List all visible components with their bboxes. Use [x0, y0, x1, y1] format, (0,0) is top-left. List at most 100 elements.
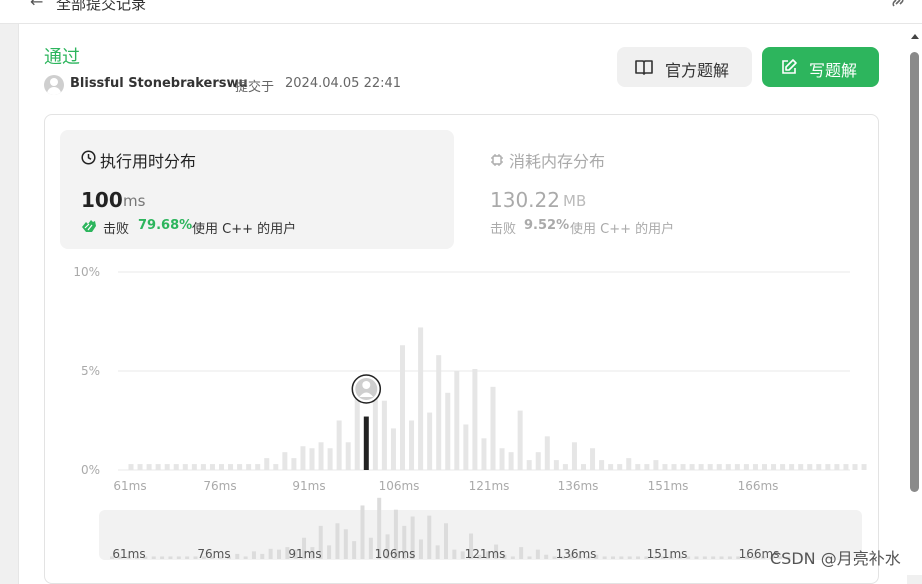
mini-bar: [160, 556, 165, 559]
mini-bar: [235, 553, 240, 559]
bar: [653, 460, 659, 470]
mini-bar: [368, 537, 373, 559]
bar: [526, 460, 532, 470]
bar: [725, 464, 731, 470]
mini-bar: [335, 523, 340, 559]
bar: [553, 460, 559, 470]
mini-bar: [702, 556, 707, 559]
mini-bar: [711, 556, 716, 559]
bar: [562, 464, 568, 470]
bar: [327, 448, 333, 470]
bar: [381, 400, 387, 470]
x-tick-label: 76ms: [203, 479, 236, 493]
mini-x-tick-label: 91ms: [288, 547, 321, 561]
bar: [146, 464, 152, 470]
y-tick-label: 5%: [81, 364, 100, 378]
mini-bar: [602, 556, 607, 559]
mini-x-tick-label: 136ms: [556, 547, 597, 561]
x-tick-label: 106ms: [379, 479, 420, 493]
bar: [807, 464, 813, 470]
bar: [237, 464, 243, 470]
bar: [291, 458, 297, 470]
bar: [472, 369, 478, 470]
mini-x-tick-label: 106ms: [375, 547, 416, 561]
bar: [617, 464, 623, 470]
x-tick-label: 136ms: [558, 479, 599, 493]
mini-bar: [360, 505, 365, 559]
bar: [481, 438, 487, 470]
y-tick-label: 0%: [81, 463, 100, 477]
bar: [255, 464, 261, 470]
bar: [626, 458, 632, 470]
bar: [427, 412, 433, 470]
x-tick-label: 121ms: [469, 479, 510, 493]
x-tick-label: 166ms: [738, 479, 779, 493]
mini-bar: [251, 551, 256, 559]
bar: [436, 355, 442, 470]
mini-bar: [727, 556, 732, 559]
bar: [228, 464, 234, 470]
runtime-distribution-chart: 10% 5% 0% 61ms 76ms 91ms 106ms 121ms 136ms 151ms 1…: [73, 265, 867, 561]
bar: [155, 464, 161, 470]
bar: [789, 464, 795, 470]
x-tick-label: 151ms: [648, 479, 689, 493]
bar: [390, 428, 396, 470]
bar: [219, 464, 224, 470]
bar: [716, 464, 722, 470]
bar: [273, 464, 279, 470]
y-tick-label: 10%: [73, 265, 100, 279]
bar: [354, 392, 360, 470]
bar: [409, 420, 415, 470]
mini-bar: [427, 515, 432, 559]
bar: [743, 464, 749, 470]
bar: [680, 464, 686, 470]
bar: [780, 464, 786, 470]
bar: [852, 464, 858, 470]
bar: [608, 464, 614, 470]
bar: [490, 386, 496, 470]
bar: [707, 464, 713, 470]
bar: [825, 464, 831, 470]
bar: [182, 464, 188, 470]
bar: [336, 420, 342, 470]
mini-bar: [151, 556, 156, 559]
bar: [209, 464, 215, 470]
bar: [571, 442, 577, 470]
mini-bar: [352, 541, 357, 559]
mini-bar: [619, 556, 624, 559]
mini-x-tick-label: 151ms: [647, 547, 688, 561]
bar: [544, 436, 550, 470]
bar: [517, 410, 523, 470]
mini-bar: [452, 549, 457, 559]
mini-x-tick-label: 76ms: [197, 547, 230, 561]
mini-x-tick-label: 61ms: [112, 547, 145, 561]
mini-bar: [176, 556, 181, 559]
mini-bar: [168, 556, 173, 559]
bar: [445, 392, 451, 470]
bar: [698, 464, 704, 470]
mini-bar: [636, 556, 641, 559]
bar: [734, 464, 740, 470]
bar: [137, 464, 143, 470]
mini-bar: [343, 529, 348, 559]
bar: [689, 464, 695, 470]
mini-bar: [185, 556, 190, 559]
bar: [300, 446, 306, 470]
bar: [861, 464, 867, 470]
mini-bar: [260, 553, 265, 559]
x-tick-label: 91ms: [292, 479, 325, 493]
mini-bar: [418, 539, 423, 559]
bar: [662, 464, 668, 470]
mini-bar: [694, 556, 699, 559]
bar: [309, 448, 315, 470]
mini-bar: [519, 547, 524, 559]
bar: [581, 464, 586, 470]
bar: [246, 464, 252, 470]
highlight-bar: [363, 416, 369, 470]
mini-bar: [719, 556, 724, 559]
bar: [771, 464, 777, 470]
mini-bar: [527, 556, 532, 559]
bar: [418, 327, 424, 470]
bar: [318, 442, 324, 470]
bar: [282, 452, 288, 470]
